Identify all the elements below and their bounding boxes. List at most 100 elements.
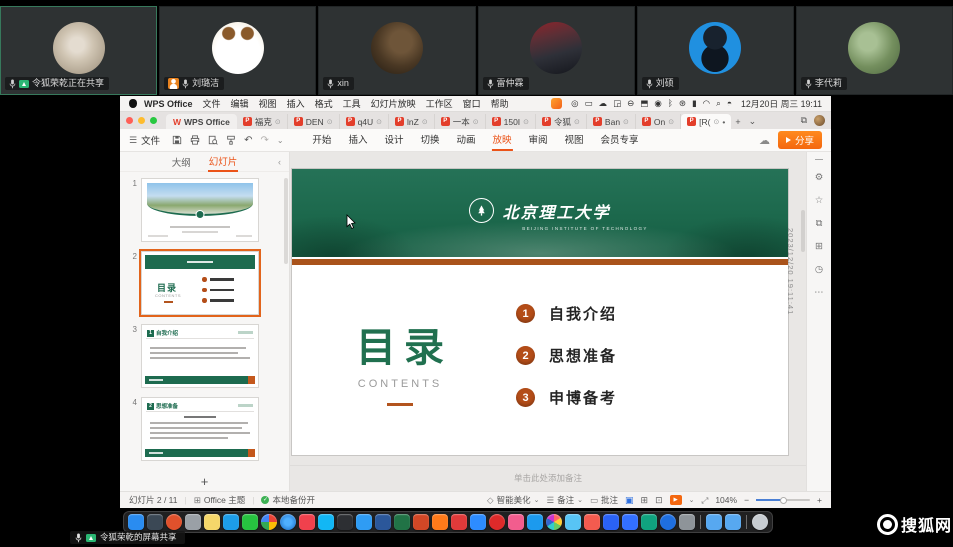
menubar-app-name[interactable]: WPS Office <box>144 99 193 109</box>
dock-app-launchpad[interactable] <box>147 514 163 530</box>
menu-item-格式[interactable]: 格式 <box>310 97 338 110</box>
reading-view-icon[interactable]: ⊡ <box>655 495 663 506</box>
dock-app-trash[interactable] <box>752 514 768 530</box>
dock-app-qq[interactable] <box>318 514 334 530</box>
zoom-out-button[interactable]: − <box>744 495 749 505</box>
dock-app-pdf[interactable] <box>451 514 467 530</box>
menu-item-视图[interactable]: 视图 <box>254 97 282 110</box>
dock-app-settings[interactable] <box>185 514 201 530</box>
document-tab-福克[interactable]: P福克⊙ <box>237 114 288 129</box>
menubar-clock[interactable]: 12月20日 周三 19:11 <box>741 97 822 110</box>
menu-item-帮助[interactable]: 帮助 <box>486 97 514 110</box>
sorter-view-icon[interactable]: ⊞ <box>641 495 649 506</box>
zoom-level[interactable]: 104% <box>715 495 737 505</box>
ribbon-tab-动画[interactable]: 动画 <box>455 129 476 151</box>
bluetooth-icon[interactable]: ᛒ <box>668 98 673 109</box>
tab-outline[interactable]: 大纲 <box>171 153 192 171</box>
battery-icon[interactable]: ▮ <box>692 98 697 109</box>
slideshow-play-button[interactable]: ▶ <box>670 495 682 505</box>
ribbon-tab-设计[interactable]: 设计 <box>383 129 404 151</box>
dock-app-help[interactable] <box>679 514 695 530</box>
menu-item-窗口[interactable]: 窗口 <box>458 97 486 110</box>
document-tab-[R([interactable]: P[R(⊙• <box>681 114 731 129</box>
new-tab-button[interactable]: + <box>731 117 744 127</box>
ribbon-tab-插入[interactable]: 插入 <box>347 129 368 151</box>
thumbnail-content-slide[interactable]: 1 自我介绍 <box>141 324 259 388</box>
slide-thumbnail-1[interactable]: 1 <box>124 178 289 242</box>
zoom-slider[interactable] <box>756 499 810 501</box>
format-painter-icon[interactable] <box>226 135 236 145</box>
slide-canvas-area[interactable]: 北京理工大学 BEIJING INSTITUTE OF TECHNOLOGY 目… <box>290 152 806 491</box>
menu-item-编辑[interactable]: 编辑 <box>226 97 254 110</box>
participant-tile[interactable]: 刘硕 <box>637 6 794 95</box>
split-view-icon[interactable]: ⧉ <box>801 115 807 126</box>
control-center-icon[interactable]: ◓ <box>727 98 732 109</box>
theme-button[interactable]: ⊞ Office 主题 <box>194 494 246 506</box>
wps-menubar-icon[interactable] <box>551 98 562 109</box>
comments-button[interactable]: ▭ 批注 <box>590 494 618 506</box>
star-icon[interactable]: ☆ <box>815 195 824 206</box>
ribbon-tab-视图[interactable]: 视图 <box>564 129 585 151</box>
document-tab-lnZ[interactable]: PlnZ⊙ <box>389 114 435 129</box>
screen-mirror-icon[interactable]: ◲ <box>613 98 621 109</box>
menu-item-工作区[interactable]: 工作区 <box>421 97 458 110</box>
menu-item-文件[interactable]: 文件 <box>198 97 226 110</box>
dock-app-mail[interactable] <box>223 514 239 530</box>
file-menu-button[interactable]: ☰ 文件 <box>129 133 160 147</box>
dock-app-calendar[interactable] <box>584 514 600 530</box>
backup-status[interactable]: ✓ 本地备份开 <box>261 494 315 506</box>
undo-icon[interactable]: ↶ <box>244 135 252 146</box>
save-icon[interactable] <box>172 135 182 145</box>
current-slide[interactable]: 北京理工大学 BEIJING INSTITUTE OF TECHNOLOGY 目… <box>291 168 789 456</box>
dock-app-baidu-pan[interactable] <box>603 514 619 530</box>
slide-thumbnail-2-selected[interactable]: 2 目录 CONTENTS <box>124 251 289 315</box>
dock-app-recorder[interactable] <box>166 514 182 530</box>
normal-view-icon[interactable]: ▣ <box>625 495 634 506</box>
focus-icon[interactable]: ⊖ <box>627 98 634 109</box>
ribbon-tab-切换[interactable]: 切换 <box>419 129 440 151</box>
tab-list-caret-icon[interactable]: ⌄ <box>745 116 761 127</box>
slide-thumbnail-3[interactable]: 3 1 自我介绍 <box>124 324 289 388</box>
dock-app-meeting[interactable] <box>470 514 486 530</box>
cloud-icon[interactable]: ☁ <box>599 98 608 109</box>
apple-menu-icon[interactable] <box>129 99 137 108</box>
tab-slides[interactable]: 幻灯片 <box>208 152 239 172</box>
compass-icon[interactable]: ⊛ <box>679 98 686 109</box>
minimize-window-button[interactable] <box>138 117 145 124</box>
zoom-window-button[interactable] <box>150 117 157 124</box>
menu-item-幻灯片放映[interactable]: 幻灯片放映 <box>366 97 421 110</box>
document-tab-一本[interactable]: P一本⊙ <box>435 114 486 129</box>
account-avatar[interactable] <box>814 115 825 126</box>
slide-thumbnail-4[interactable]: 4 2 思想准备 <box>124 397 289 461</box>
participant-tile[interactable]: 雷仲霖 <box>478 6 635 95</box>
ribbon-tab-审阅[interactable]: 审阅 <box>528 129 549 151</box>
collapse-panel-icon[interactable]: ‹ <box>278 157 281 167</box>
record-status-icon[interactable]: ◎ <box>571 98 578 109</box>
screenshot-icon[interactable]: ⬒ <box>640 98 648 109</box>
notes-placeholder[interactable]: 单击此处添加备注 <box>290 472 806 484</box>
menu-item-工具[interactable]: 工具 <box>338 97 366 110</box>
search-icon[interactable]: ⌕ <box>716 98 721 109</box>
canvas-scrollbar[interactable] <box>801 210 805 252</box>
fit-window-icon[interactable]: ⤢ <box>702 495 709 506</box>
wifi-icon[interactable]: ◠ <box>703 98 710 109</box>
zoom-slider-knob[interactable] <box>780 497 787 504</box>
dock-app-vscode[interactable] <box>356 514 372 530</box>
document-tab-DEN[interactable]: PDEN⊙ <box>288 114 340 129</box>
dock-app-preview[interactable] <box>565 514 581 530</box>
play-options-caret-icon[interactable]: ⌄ <box>689 496 695 504</box>
share-button[interactable]: 分享 <box>778 131 822 149</box>
menu-item-插入[interactable]: 插入 <box>282 97 310 110</box>
dock-app-folder-downloads[interactable] <box>725 514 741 530</box>
display-icon[interactable]: ▭ <box>585 98 593 109</box>
dock-app-app-store[interactable] <box>660 514 676 530</box>
document-tab-On[interactable]: POn⊙ <box>636 114 681 129</box>
zoom-in-button[interactable]: + <box>817 495 822 505</box>
thumbnail-title-slide[interactable] <box>141 178 259 242</box>
more-caret-icon[interactable]: ⌄ <box>277 136 284 145</box>
more-icon[interactable]: ⋯ <box>814 287 824 298</box>
dock-app-wps[interactable] <box>432 514 448 530</box>
thumbnail-toc-slide[interactable]: 目录 CONTENTS <box>141 251 259 315</box>
format-settings-icon[interactable]: ⚙ <box>815 172 824 183</box>
thumbnail-content-slide[interactable]: 2 思想准备 <box>141 397 259 461</box>
